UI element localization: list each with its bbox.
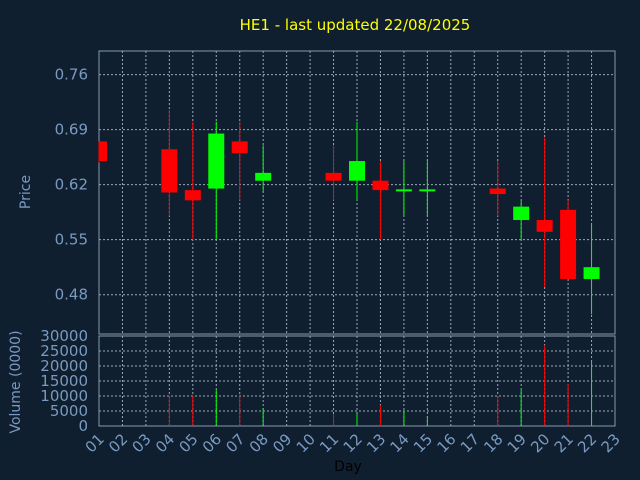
price-tick-label: 0.55 xyxy=(55,231,88,249)
x-tick-label: 13 xyxy=(363,430,389,456)
x-tick-label: 21 xyxy=(551,430,577,456)
volume-grid xyxy=(99,336,615,426)
x-tick-label: 08 xyxy=(246,430,272,456)
x-tick-label: 18 xyxy=(480,430,506,456)
candle-body xyxy=(349,161,365,181)
candle-body xyxy=(208,133,225,189)
candles xyxy=(98,109,600,315)
candle-body xyxy=(161,149,178,193)
x-axis-title: Day xyxy=(334,459,362,475)
candle-body xyxy=(372,180,389,191)
x-tick-label: 02 xyxy=(105,430,131,456)
price-tick-label: 0.76 xyxy=(55,66,88,84)
candle-body xyxy=(536,220,553,232)
x-tick-label: 15 xyxy=(410,430,436,456)
price-tick-label: 0.48 xyxy=(55,286,88,304)
candle-body xyxy=(255,172,272,181)
candle-body xyxy=(560,209,577,279)
x-tick-label: 09 xyxy=(269,430,295,456)
chart-title: HE1 - last updated 22/08/2025 xyxy=(240,16,471,34)
x-tick-label: 19 xyxy=(504,430,530,456)
candle-body xyxy=(489,188,506,195)
volume-tick-label: 0 xyxy=(78,417,88,435)
x-tick-label: 12 xyxy=(340,430,366,456)
volume-tick-labels: 300002500020000150001000050000 xyxy=(40,327,88,435)
x-tick-label: 05 xyxy=(175,430,201,456)
candle-body xyxy=(419,189,436,192)
x-tick-label: 22 xyxy=(574,430,600,456)
price-tick-labels: 0.76 0.69 0.62 0.55 0.48 xyxy=(55,66,88,304)
x-tick-labels: 0102030405060708091011121314151617181920… xyxy=(82,430,624,456)
x-tick-label: 10 xyxy=(293,430,319,456)
price-tick-label: 0.69 xyxy=(55,121,88,139)
x-tick-label: 06 xyxy=(199,430,225,456)
chart-svg: HE1 - last updated 22/08/2025 0.760.690.… xyxy=(8,16,624,475)
chart: HE1 - last updated 22/08/2025 0.76 0.69 0.… xyxy=(0,0,640,480)
candle-body xyxy=(325,172,342,181)
x-tick-label: 20 xyxy=(527,430,553,456)
candle-body xyxy=(513,206,530,221)
x-tick-label: 14 xyxy=(387,430,413,456)
x-tick-label: 11 xyxy=(316,430,342,456)
x-tick-label: 17 xyxy=(457,430,483,456)
x-tick-label: 04 xyxy=(152,430,178,456)
volume-axis-title: Volume (0000) xyxy=(8,330,24,433)
price-tick-label: 0.62 xyxy=(55,176,88,194)
candle-body xyxy=(583,267,600,279)
x-tick-label: 23 xyxy=(598,430,624,456)
y-axis-title: Price xyxy=(18,175,34,209)
x-tick-label: 16 xyxy=(433,430,459,456)
x-tick-label: 07 xyxy=(222,430,248,456)
candle-body xyxy=(395,189,412,192)
candle-body xyxy=(184,190,201,201)
candle-body xyxy=(99,141,107,162)
x-tick-label: 03 xyxy=(129,430,155,456)
candle-body xyxy=(231,141,248,154)
